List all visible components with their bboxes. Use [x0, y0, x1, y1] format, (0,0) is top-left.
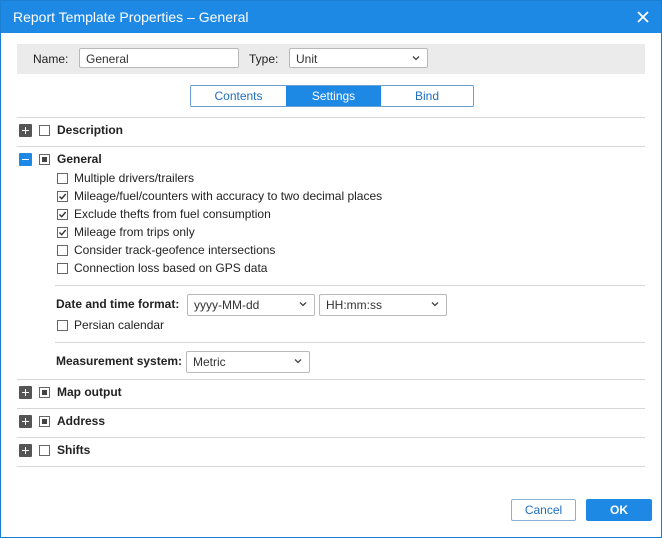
measurement-value: Metric: [193, 355, 226, 369]
expand-icon[interactable]: [19, 124, 32, 137]
option-checkbox[interactable]: [57, 209, 68, 220]
cancel-button[interactable]: Cancel: [511, 499, 576, 521]
tab-settings[interactable]: Settings: [286, 86, 381, 106]
option-checkbox[interactable]: [57, 227, 68, 238]
divider: [17, 466, 645, 467]
expand-icon[interactable]: [19, 386, 32, 399]
option-label: Persian calendar: [74, 318, 165, 332]
section-label: Shifts: [57, 443, 91, 457]
checkmark-icon: [59, 193, 67, 200]
chevron-down-icon: [431, 302, 439, 307]
section-description[interactable]: Description: [19, 123, 639, 139]
divider: [17, 437, 645, 438]
option-label: Exclude thefts from fuel consumption: [74, 207, 271, 221]
time-format-value: HH:mm:ss: [326, 298, 382, 312]
option-label: Mileage from trips only: [74, 225, 195, 239]
section-address[interactable]: Address: [19, 414, 639, 430]
section-label: Map output: [57, 385, 122, 399]
option-label: Connection loss based on GPS data: [74, 261, 268, 275]
expand-icon[interactable]: [19, 444, 32, 457]
tab-bar: Contents Settings Bind: [190, 85, 474, 107]
section-general[interactable]: General: [19, 152, 639, 168]
option-label: Multiple drivers/trailers: [74, 171, 195, 185]
divider: [17, 146, 645, 147]
tab-bind[interactable]: Bind: [381, 86, 473, 106]
section-checkbox[interactable]: [39, 125, 50, 136]
name-type-bar: Name: General Type: Unit: [17, 44, 645, 74]
type-label: Type:: [249, 52, 279, 66]
section-label: General: [57, 152, 102, 166]
section-shifts[interactable]: Shifts: [19, 443, 639, 459]
option-checkbox[interactable]: [57, 245, 68, 256]
time-format-select[interactable]: HH:mm:ss: [319, 294, 447, 316]
option-label: Mileage/fuel/counters with accuracy to t…: [74, 189, 383, 203]
tab-contents[interactable]: Contents: [191, 86, 286, 106]
title-bar[interactable]: Report Template Properties – General: [1, 1, 661, 33]
type-select-value: Unit: [296, 52, 318, 66]
section-label: Description: [57, 123, 124, 137]
chevron-down-icon: [412, 56, 420, 61]
divider: [55, 342, 645, 343]
option-checkbox[interactable]: [57, 173, 68, 184]
name-label: Name:: [33, 52, 69, 66]
date-format-select[interactable]: yyyy-MM-dd: [187, 294, 315, 316]
collapse-icon[interactable]: [19, 153, 32, 166]
name-input[interactable]: General: [79, 48, 239, 68]
date-format-value: yyyy-MM-dd: [194, 298, 260, 312]
section-checkbox[interactable]: [39, 416, 50, 427]
measurement-label: Measurement system:: [56, 354, 183, 368]
name-input-value: General: [86, 52, 129, 66]
chevron-down-icon: [299, 302, 307, 307]
divider: [17, 117, 645, 118]
option-checkbox[interactable]: [57, 191, 68, 202]
section-label: Address: [57, 414, 106, 428]
section-checkbox[interactable]: [39, 154, 50, 165]
datetime-format-label: Date and time format:: [56, 297, 180, 311]
expand-icon[interactable]: [19, 415, 32, 428]
option-checkbox[interactable]: [57, 263, 68, 274]
measurement-select[interactable]: Metric: [186, 351, 310, 373]
chevron-down-icon: [294, 359, 302, 364]
checkmark-icon: [59, 229, 67, 236]
ok-button[interactable]: OK: [586, 499, 652, 521]
section-checkbox[interactable]: [39, 387, 50, 398]
dialog-title: Report Template Properties – General: [13, 9, 249, 25]
divider: [55, 285, 645, 286]
divider: [17, 408, 645, 409]
close-icon[interactable]: [631, 5, 655, 29]
section-map-output[interactable]: Map output: [19, 385, 639, 401]
type-select[interactable]: Unit: [289, 48, 428, 68]
section-checkbox[interactable]: [39, 445, 50, 456]
checkmark-icon: [59, 211, 67, 218]
report-template-dialog: Report Template Properties – General Nam…: [0, 0, 662, 538]
option-checkbox[interactable]: [57, 320, 68, 331]
divider: [17, 379, 645, 380]
option-label: Consider track-geofence intersections: [74, 243, 276, 257]
